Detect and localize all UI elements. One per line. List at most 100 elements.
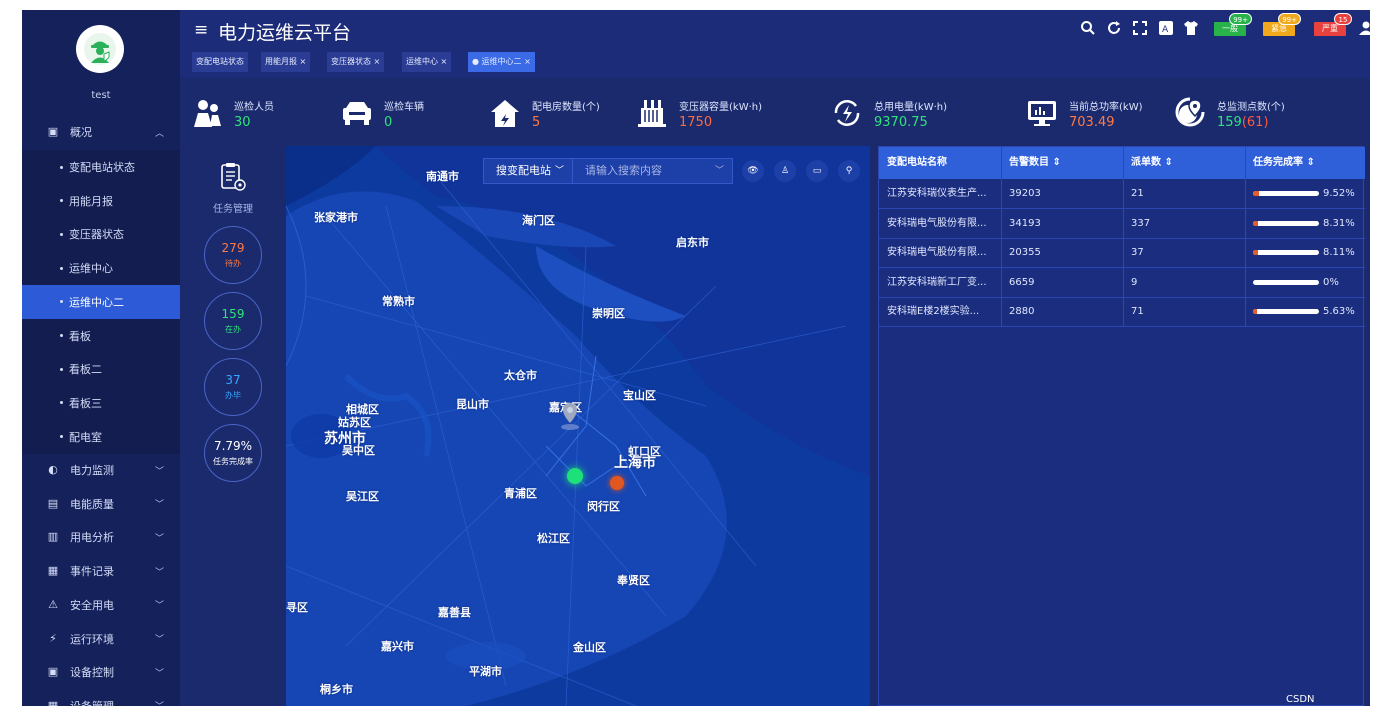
search-type-select[interactable]: 搜变配电站 ﹀ bbox=[483, 158, 573, 184]
chevron-up-icon: ︿ bbox=[154, 128, 164, 139]
menu-overview[interactable]: ▣ 概况 ︿ bbox=[22, 115, 180, 149]
stat-total-energy: 总用电量(kW·h) 9370.75 bbox=[830, 88, 990, 134]
task-counter-label: 待办 bbox=[225, 259, 241, 268]
map-city-label: 昆山市 bbox=[456, 398, 489, 411]
task-counter-in-progress[interactable]: 159 在办 bbox=[204, 292, 262, 350]
device-control-icon: ▣ bbox=[47, 665, 59, 679]
search-input[interactable]: 请输入搜索内容 ﹀ bbox=[573, 158, 733, 184]
search-icon[interactable] bbox=[1080, 20, 1096, 36]
stat-value: 30 bbox=[234, 115, 251, 130]
alert-count-badge: 15 bbox=[1334, 13, 1352, 25]
map-city-label: 嘉善县 bbox=[438, 606, 471, 619]
tab-ops-center-2[interactable]: ● 运维中心二 × bbox=[468, 52, 535, 72]
sidebar-item-power-room[interactable]: 配电室 bbox=[22, 419, 180, 454]
menu-power-quality[interactable]: ▤ 电能质量 ﹀ bbox=[22, 487, 180, 521]
chevron-down-icon: ﹀ bbox=[154, 567, 164, 578]
sidebar-item-substation-status[interactable]: 变配电站状态 bbox=[22, 150, 180, 184]
cell-alarm-count: 20355 bbox=[1009, 247, 1041, 259]
task-counter-completion-rate[interactable]: 7.79% 任务完成率 bbox=[204, 424, 262, 482]
menu-power-monitor[interactable]: ◐ 电力监测 ﹀ bbox=[22, 453, 180, 487]
sidebar-item-ops-center[interactable]: 运维中心 bbox=[22, 251, 180, 286]
watermark: CSDN @ACRELKY bbox=[1286, 694, 1341, 706]
sidebar-item-dashboard-3[interactable]: 看板三 bbox=[22, 385, 180, 420]
svg-text:A: A bbox=[1162, 25, 1169, 35]
stat-value: 159(61) bbox=[1217, 115, 1269, 130]
stat-value: 9370.75 bbox=[874, 115, 928, 130]
sidebar-item-ops-center-2[interactable]: 运维中心二 bbox=[22, 284, 180, 319]
menu-environment[interactable]: ⚡ 运行环境 ﹀ bbox=[22, 622, 180, 656]
device-management-icon: ▦ bbox=[47, 698, 59, 706]
tab-ops-center[interactable]: 运维中心 × bbox=[402, 52, 452, 72]
vehicles-icon bbox=[340, 96, 374, 130]
map-city-label: 上海市 bbox=[614, 455, 656, 471]
map-city-label: 宝山区 bbox=[623, 389, 656, 402]
task-management-title: 任务管理 bbox=[213, 204, 253, 215]
alert-general-button[interactable]: 一般 99+ bbox=[1214, 13, 1252, 36]
user-avatar[interactable] bbox=[76, 25, 124, 73]
fullscreen-icon[interactable] bbox=[1132, 20, 1148, 36]
theme-shirt-icon[interactable] bbox=[1183, 20, 1199, 36]
tab-transformer-status[interactable]: 变压器状态 × bbox=[327, 52, 385, 72]
sidebar-item-transformer-status[interactable]: 变压器状态 bbox=[22, 217, 180, 252]
stat-value: 5 bbox=[532, 115, 540, 130]
map-view[interactable]: 南通市张家港市海门区启东市常熟市崇明区太仓市昆山市嘉定区宝山区相城区姑苏区苏州市… bbox=[286, 146, 870, 706]
worker-icon bbox=[84, 33, 116, 65]
map-city-label: 太仓市 bbox=[504, 369, 537, 382]
sidebar-item-dashboard-2[interactable]: 看板二 bbox=[22, 352, 180, 387]
table-row[interactable]: 安科瑞电气股份有限... 20355 37 8.11% bbox=[879, 238, 1365, 269]
stat-vehicles: 巡检车辆 0 bbox=[340, 88, 500, 134]
person-filter-icon[interactable]: ♙ bbox=[774, 160, 796, 182]
cell-alarm-count: 34193 bbox=[1009, 217, 1041, 229]
user-icon[interactable] bbox=[1358, 20, 1370, 36]
sidebar-item-label: 运维中心 bbox=[69, 262, 113, 276]
table-header: 变配电站名称 告警数目 ⇕ 派单数 ⇕ 任务完成率 ⇕ bbox=[879, 147, 1365, 179]
menu-device-control[interactable]: ▣ 设备控制 ﹀ bbox=[22, 655, 180, 689]
alert-severe-button[interactable]: 严重 15 bbox=[1314, 13, 1352, 36]
user-filter-icon[interactable]: ⚲ bbox=[838, 160, 860, 182]
task-counter-pending[interactable]: 279 待办 bbox=[204, 226, 262, 284]
tab-substation-status[interactable]: 变配电站状态 bbox=[192, 52, 248, 72]
refresh-icon[interactable] bbox=[1106, 20, 1122, 36]
hamburger-menu-icon[interactable]: ≡ bbox=[194, 20, 208, 40]
col-station-name[interactable]: 变配电站名称 bbox=[879, 147, 1001, 179]
sidebar-item-dashboard[interactable]: 看板 bbox=[22, 318, 180, 353]
station-dot-normal[interactable] bbox=[567, 468, 583, 484]
cell-order-count: 37 bbox=[1131, 247, 1144, 259]
bullet-dot bbox=[60, 367, 63, 371]
stat-value-extra: (61) bbox=[1241, 115, 1269, 130]
table-row[interactable]: 安科瑞电气股份有限... 34193 337 8.31% bbox=[879, 209, 1365, 239]
stat-label: 变压器容量(kW·h) bbox=[679, 102, 762, 113]
stat-value-number: 159 bbox=[1217, 115, 1242, 130]
col-completion-rate[interactable]: 任务完成率 ⇕ bbox=[1245, 147, 1365, 179]
power-rooms-icon bbox=[488, 96, 522, 130]
table-row[interactable]: 安科瑞E楼2楼实验... 2880 71 5.63% bbox=[879, 297, 1365, 328]
table-row[interactable]: 江苏安科瑞新工厂变... 6659 9 0% bbox=[879, 268, 1365, 298]
station-dot-alarm[interactable] bbox=[610, 476, 624, 490]
column-divider bbox=[1123, 147, 1124, 327]
task-counter-done[interactable]: 37 办毕 bbox=[204, 358, 262, 416]
col-alarm-count[interactable]: 告警数目 ⇕ bbox=[1001, 147, 1123, 179]
vehicle-icon[interactable]: ▭ bbox=[806, 160, 828, 182]
alert-label: 严重 bbox=[1322, 24, 1338, 33]
progress-bar bbox=[1253, 309, 1319, 315]
menu-usage-analysis[interactable]: ▥ 用电分析 ﹀ bbox=[22, 520, 180, 554]
bullet-dot bbox=[60, 401, 63, 405]
col-order-count[interactable]: 派单数 ⇕ bbox=[1123, 147, 1245, 179]
menu-event-log[interactable]: ▦ 事件记录 ﹀ bbox=[22, 554, 180, 588]
task-counter-value: 37 bbox=[225, 373, 241, 387]
eye-icon[interactable]: 👁 bbox=[742, 160, 764, 182]
sidebar-item-energy-monthly[interactable]: 用能月报 bbox=[22, 183, 180, 218]
cell-order-count: 21 bbox=[1131, 188, 1144, 199]
progress-bar-fill bbox=[1253, 191, 1260, 196]
sidebar-item-label: 配电室 bbox=[69, 430, 102, 444]
menu-device-management[interactable]: ▦ 设备管理 ﹀ bbox=[22, 689, 180, 706]
menu-safety[interactable]: ⚠ 安全用电 ﹀ bbox=[22, 588, 180, 622]
cell-alarm-count: 2880 bbox=[1009, 306, 1035, 318]
environment-icon: ⚡ bbox=[49, 631, 57, 645]
tab-energy-monthly[interactable]: 用能月报 × bbox=[261, 52, 311, 72]
alert-urgent-button[interactable]: 紧急 99+ bbox=[1263, 13, 1301, 36]
table-row[interactable]: 江苏安科瑞仪表生产... 39203 21 9.52% bbox=[879, 179, 1365, 209]
translate-icon[interactable]: A bbox=[1158, 20, 1174, 36]
task-counter-value: 279 bbox=[221, 241, 245, 255]
map-marker-icon[interactable] bbox=[559, 401, 581, 431]
